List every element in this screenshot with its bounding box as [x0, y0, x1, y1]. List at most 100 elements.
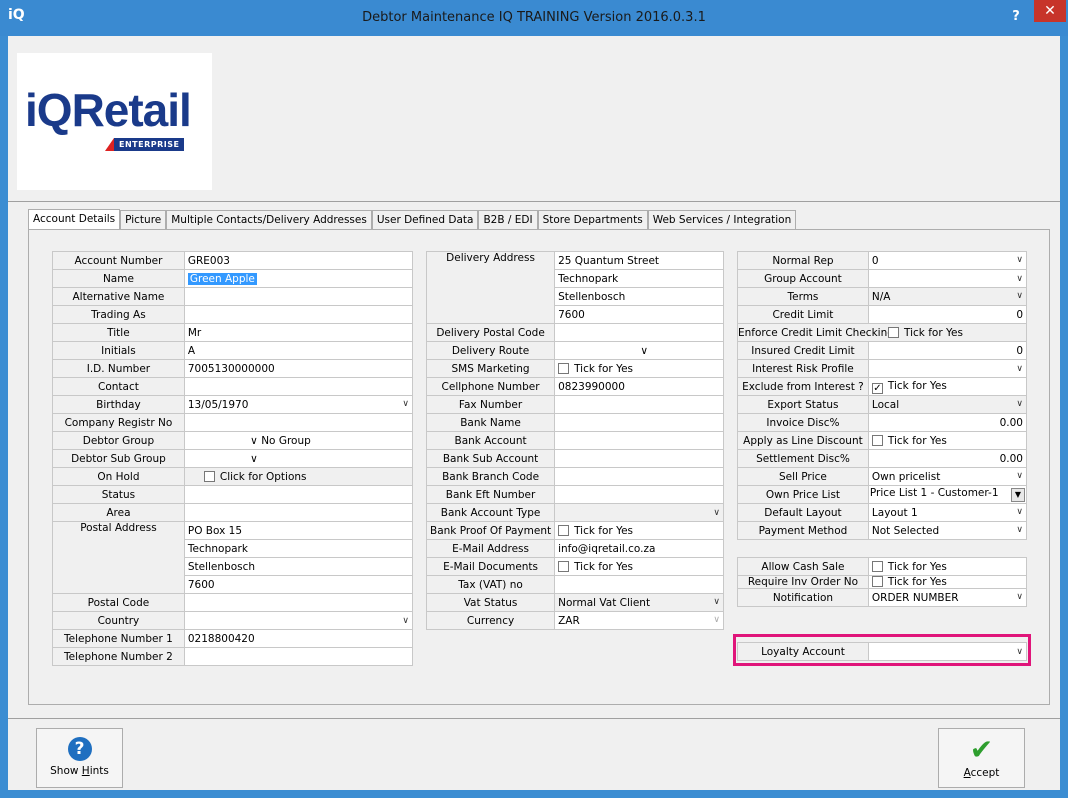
accept-button[interactable]: ✔ Accept: [938, 728, 1025, 788]
close-button[interactable]: ✕: [1034, 0, 1066, 22]
allow-cash-field[interactable]: Tick for Yes: [867, 557, 1028, 576]
id-number-field[interactable]: 7005130000000: [183, 359, 414, 378]
chevron-down-icon[interactable]: ∨: [188, 453, 258, 465]
payment-method-field[interactable]: Not Selected ∨: [867, 521, 1028, 540]
chevron-down-icon[interactable]: ∨: [1016, 507, 1023, 517]
bank-proof-field[interactable]: Tick for Yes: [554, 521, 724, 540]
checkbox-icon[interactable]: [558, 560, 570, 572]
postal-address-line[interactable]: Stellenbosch: [183, 557, 414, 576]
chevron-down-icon[interactable]: ∨: [558, 345, 648, 357]
checkbox-icon[interactable]: [203, 470, 215, 482]
chevron-down-icon[interactable]: ∨: [713, 597, 720, 607]
tab-picture[interactable]: Picture: [120, 210, 167, 230]
chevron-down-icon[interactable]: ∨: [713, 615, 720, 625]
tab-store-departments[interactable]: Store Departments: [537, 210, 648, 230]
export-status-field[interactable]: Local ∨: [867, 395, 1028, 414]
invoice-disc-field[interactable]: 0.00: [867, 413, 1028, 432]
checkbox-icon[interactable]: [871, 434, 883, 446]
cellphone-field[interactable]: 0823990000: [554, 377, 724, 396]
title-field[interactable]: Mr: [183, 323, 414, 342]
require-inv-field[interactable]: Tick for Yes: [867, 575, 1028, 589]
insured-credit-field[interactable]: 0: [867, 341, 1028, 360]
trading-as-field[interactable]: [183, 305, 414, 324]
delivery-address-line[interactable]: 25 Quantum Street: [554, 251, 724, 270]
delivery-address-line[interactable]: 7600: [554, 305, 724, 324]
alt-name-field[interactable]: [183, 287, 414, 306]
vat-status-field[interactable]: Normal Vat Client ∨: [554, 593, 724, 612]
birthday-field[interactable]: 13/05/1970 ∨: [183, 395, 414, 414]
chevron-down-icon[interactable]: ∨: [1016, 364, 1023, 374]
checkmark-icon[interactable]: ✓: [871, 382, 883, 394]
initials-field[interactable]: A: [183, 341, 414, 360]
own-price-list-field[interactable]: Price List 1 - Customer-1 ▼: [867, 485, 1028, 504]
checkbox-icon[interactable]: [888, 326, 899, 338]
on-hold-field[interactable]: Click for Options: [183, 467, 414, 486]
tab-web-services[interactable]: Web Services / Integration: [647, 210, 797, 230]
status-field[interactable]: [183, 485, 414, 504]
bank-account-type-field[interactable]: ∨: [554, 503, 724, 522]
chevron-down-icon[interactable]: ∨: [1016, 471, 1023, 481]
account-number-field[interactable]: GRE003: [183, 251, 414, 270]
chevron-down-icon[interactable]: ∨: [1016, 525, 1023, 535]
debtor-group-field[interactable]: ∨ No Group: [183, 431, 414, 450]
bank-branch-field[interactable]: [554, 467, 724, 486]
delivery-address-line[interactable]: Technopark: [554, 269, 724, 288]
normal-rep-field[interactable]: 0 ∨: [867, 251, 1028, 270]
delivery-address-line[interactable]: Stellenbosch: [554, 287, 724, 306]
default-layout-field[interactable]: Layout 1 ∨: [867, 503, 1028, 522]
telephone-1-field[interactable]: 0218800420: [183, 629, 414, 648]
name-field[interactable]: Green Apple: [183, 269, 414, 288]
email-field[interactable]: info@iqretail.co.za: [554, 539, 724, 558]
area-field[interactable]: [183, 503, 414, 522]
chevron-down-icon[interactable]: ∨: [188, 435, 258, 447]
settlement-field[interactable]: 0.00: [867, 449, 1028, 468]
chevron-down-icon[interactable]: ∨: [1016, 592, 1023, 602]
tab-account-details[interactable]: Account Details: [28, 209, 121, 231]
postal-address-line[interactable]: 7600: [183, 575, 414, 594]
postal-address-line[interactable]: Technopark: [183, 539, 414, 558]
checkbox-icon[interactable]: [871, 576, 883, 587]
apply-line-field[interactable]: Tick for Yes: [867, 431, 1028, 450]
tab-user-defined-data[interactable]: User Defined Data: [371, 210, 479, 230]
exclude-interest-field[interactable]: ✓ Tick for Yes: [867, 377, 1028, 396]
company-reg-field[interactable]: [183, 413, 414, 432]
debtor-sub-group-field[interactable]: ∨: [183, 449, 414, 468]
tab-multiple-contacts[interactable]: Multiple Contacts/Delivery Addresses: [166, 210, 372, 230]
delivery-route-field[interactable]: ∨: [554, 341, 724, 360]
interest-risk-field[interactable]: ∨: [867, 359, 1028, 378]
country-field[interactable]: ∨: [183, 611, 414, 630]
chevron-down-icon[interactable]: ∨: [402, 616, 409, 626]
sell-price-field[interactable]: Own pricelist ∨: [867, 467, 1028, 486]
telephone-2-field[interactable]: [183, 647, 414, 666]
help-button[interactable]: ?: [1002, 7, 1030, 27]
checkbox-icon[interactable]: [558, 362, 570, 374]
dropdown-arrow-icon[interactable]: ▼: [1011, 488, 1025, 502]
postal-address-line[interactable]: PO Box 15: [183, 521, 414, 540]
checkbox-icon[interactable]: [558, 524, 570, 536]
terms-field[interactable]: N/A ∨: [867, 287, 1028, 306]
tax-field[interactable]: [554, 575, 724, 594]
chevron-down-icon[interactable]: ∨: [1016, 399, 1023, 409]
chevron-down-icon[interactable]: ∨: [1016, 291, 1023, 301]
chevron-down-icon[interactable]: ∨: [713, 508, 720, 518]
chevron-down-icon[interactable]: ∨: [402, 399, 409, 409]
checkbox-icon[interactable]: [871, 560, 883, 572]
chevron-down-icon[interactable]: ∨: [1016, 255, 1023, 265]
bank-sub-account-field[interactable]: [554, 449, 724, 468]
email-docs-field[interactable]: Tick for Yes: [554, 557, 724, 576]
contact-field[interactable]: [183, 377, 414, 396]
credit-limit-field[interactable]: 0: [867, 305, 1028, 324]
notification-field[interactable]: ORDER NUMBER ∨: [867, 588, 1028, 607]
bank-name-field[interactable]: [554, 413, 724, 432]
currency-field[interactable]: ZAR ∨: [554, 611, 724, 630]
fax-field[interactable]: [554, 395, 724, 414]
bank-account-field[interactable]: [554, 431, 724, 450]
chevron-down-icon[interactable]: ∨: [1016, 274, 1023, 284]
bank-eft-field[interactable]: [554, 485, 724, 504]
sms-marketing-field[interactable]: Tick for Yes: [554, 359, 724, 378]
postal-code-field[interactable]: [183, 593, 414, 612]
tab-b2b-edi[interactable]: B2B / EDI: [478, 210, 538, 230]
delivery-postal-code-field[interactable]: [554, 323, 724, 342]
show-hints-button[interactable]: ? Show Hints: [36, 728, 123, 788]
group-account-field[interactable]: ∨: [867, 269, 1028, 288]
